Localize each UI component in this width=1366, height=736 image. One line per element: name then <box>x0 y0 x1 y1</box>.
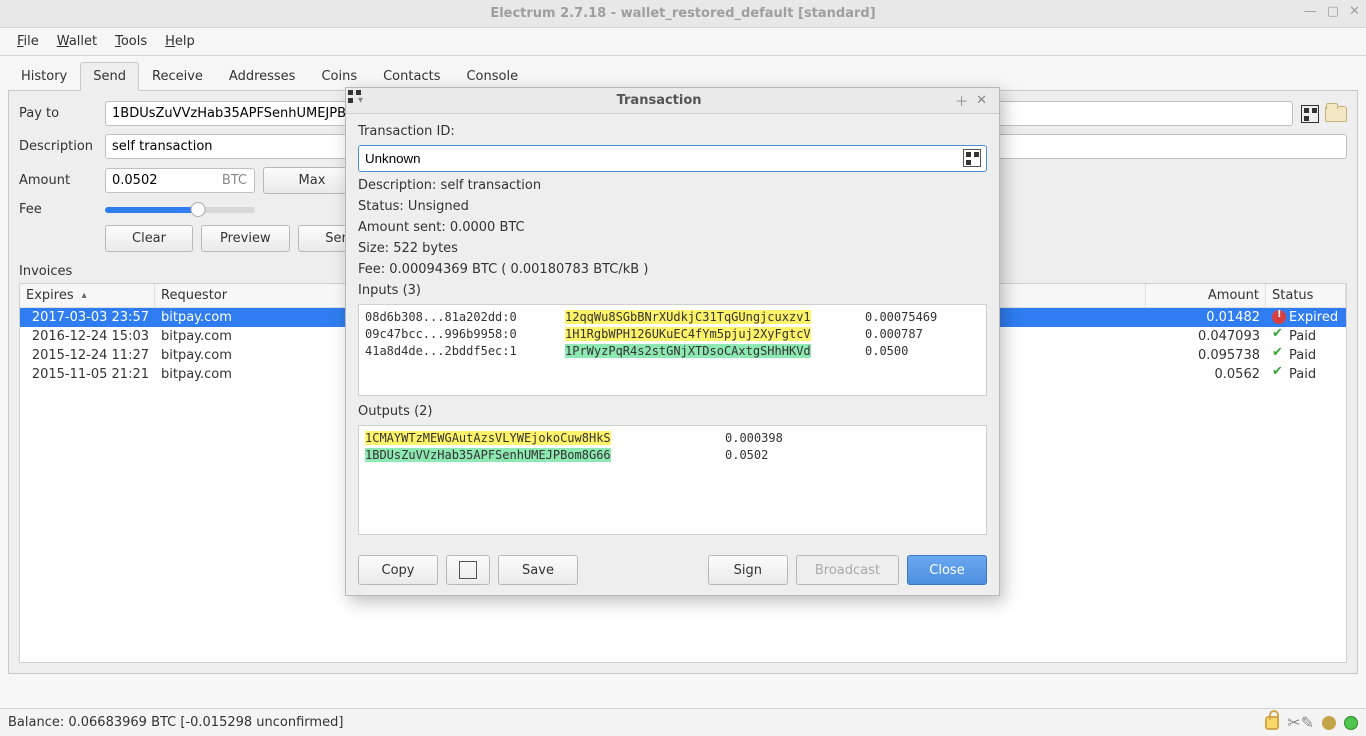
folder-icon[interactable] <box>1325 106 1347 122</box>
paid-icon <box>1272 367 1286 381</box>
txid-input[interactable] <box>358 145 987 172</box>
paid-icon <box>1272 348 1286 362</box>
window-close-icon[interactable]: ✕ <box>1349 4 1360 19</box>
payto-label: Pay to <box>19 106 97 121</box>
expired-icon <box>1272 310 1286 324</box>
outputs-box[interactable]: 1CMAYWTzMEWGAutAzsVLYWEjokoCuw8HkS0.0003… <box>358 425 987 535</box>
paid-icon <box>1272 329 1286 343</box>
seed-icon[interactable] <box>1322 716 1336 730</box>
qr-icon[interactable] <box>1301 105 1319 123</box>
fee-label: Fee <box>19 202 97 217</box>
lock-icon[interactable] <box>1265 716 1279 730</box>
dialog-title: Transaction <box>367 93 951 108</box>
close-button[interactable]: Close <box>907 555 987 585</box>
menubar: File Wallet Tools Help <box>0 28 1366 56</box>
col-amount[interactable]: Amount <box>1146 284 1266 307</box>
sign-button[interactable]: Sign <box>708 555 788 585</box>
titlebar: Electrum 2.7.18 - wallet_restored_defaul… <box>0 0 1366 28</box>
tab-receive[interactable]: Receive <box>139 62 216 91</box>
tx-amount: Amount sent: 0.0000 BTC <box>358 220 987 235</box>
tab-addresses[interactable]: Addresses <box>216 62 309 91</box>
description-label: Description <box>19 139 97 154</box>
network-status-icon[interactable] <box>1344 716 1358 730</box>
tab-send[interactable]: Send <box>80 62 139 91</box>
menu-tools[interactable]: Tools <box>106 28 156 55</box>
window-title: Electrum 2.7.18 - wallet_restored_defaul… <box>490 6 875 21</box>
clear-button[interactable]: Clear <box>105 225 193 252</box>
col-expires[interactable]: Expires <box>20 284 155 307</box>
tx-size: Size: 522 bytes <box>358 241 987 256</box>
menu-file[interactable]: File <box>8 28 48 55</box>
qr-icon[interactable] <box>963 149 981 167</box>
amount-label: Amount <box>19 173 97 188</box>
col-status[interactable]: Status <box>1266 284 1346 307</box>
copy-button[interactable]: Copy <box>358 555 438 585</box>
qr-button[interactable] <box>446 555 490 585</box>
amount-input[interactable] <box>105 168 255 193</box>
dialog-maximize-icon[interactable]: ＋ <box>951 91 972 110</box>
inputs-box[interactable]: 08d6b308...81a202dd:012qqWu8SGbBNrXUdkjC… <box>358 304 987 396</box>
balance-text: Balance: 0.06683969 BTC [-0.015298 uncon… <box>8 715 343 730</box>
inputs-header: Inputs (3) <box>358 283 987 298</box>
broadcast-button: Broadcast <box>796 555 899 585</box>
tx-status: Status: Unsigned <box>358 199 987 214</box>
tx-fee: Fee: 0.00094369 BTC ( 0.00180783 BTC/kB … <box>358 262 987 277</box>
window-maximize-icon[interactable]: ▢ <box>1327 4 1339 19</box>
window-minimize-icon[interactable]: — <box>1304 4 1317 19</box>
tab-history[interactable]: History <box>8 62 80 91</box>
menu-help[interactable]: Help <box>156 28 204 55</box>
preview-button[interactable]: Preview <box>201 225 290 252</box>
txid-label: Transaction ID: <box>358 124 987 139</box>
dialog-close-icon[interactable]: ✕ <box>972 93 991 108</box>
menu-wallet[interactable]: Wallet <box>48 28 106 55</box>
transaction-dialog: ▾ Transaction ＋ ✕ Transaction ID: Descri… <box>345 87 1000 596</box>
preferences-icon[interactable]: ✂✎ <box>1287 713 1314 732</box>
statusbar: Balance: 0.06683969 BTC [-0.015298 uncon… <box>0 708 1366 736</box>
tx-description: Description: self transaction <box>358 178 987 193</box>
outputs-header: Outputs (2) <box>358 404 987 419</box>
dialog-menu-icon[interactable]: ▾ <box>354 95 367 106</box>
fee-slider[interactable] <box>105 207 255 213</box>
save-button[interactable]: Save <box>498 555 578 585</box>
